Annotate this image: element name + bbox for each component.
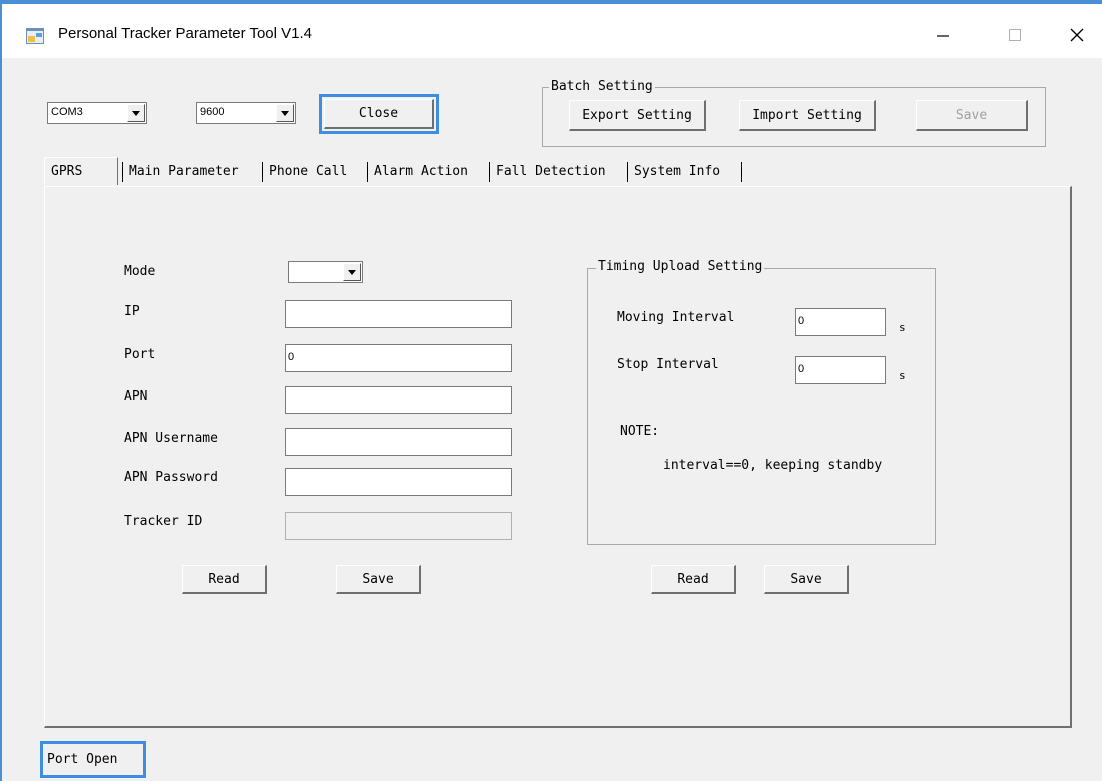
maximize-button[interactable] bbox=[992, 18, 1038, 52]
tab-phone-call[interactable]: Phone Call bbox=[263, 157, 367, 185]
chevron-down-icon[interactable] bbox=[127, 104, 145, 122]
timing-save-button[interactable]: Save bbox=[764, 565, 849, 594]
tab-main-parameter[interactable]: Main Parameter bbox=[123, 157, 262, 185]
tab-separator bbox=[741, 162, 742, 182]
moving-interval-label: Moving Interval bbox=[617, 310, 735, 325]
note-text: interval==0, keeping standby bbox=[663, 458, 883, 473]
ip-field[interactable] bbox=[285, 300, 512, 328]
batch-setting-title: Batch Setting bbox=[549, 79, 655, 94]
baud-rate-select[interactable]: 9600 bbox=[196, 102, 296, 124]
window-title: Personal Tracker Parameter Tool V1.4 bbox=[58, 25, 313, 42]
com-port-select[interactable]: COM3 bbox=[47, 102, 147, 124]
app-icon bbox=[26, 28, 44, 44]
close-port-button[interactable]: Close bbox=[324, 99, 434, 129]
apn-password-field[interactable] bbox=[285, 468, 512, 496]
batch-save-button[interactable]: Save bbox=[916, 100, 1028, 131]
apn-label: APN bbox=[124, 389, 148, 404]
moving-interval-field[interactable]: 0 bbox=[795, 308, 886, 336]
status-text: Port Open bbox=[47, 752, 118, 767]
apn-username-label: APN Username bbox=[124, 431, 218, 446]
tab-system-info[interactable]: System Info bbox=[628, 157, 741, 185]
minimize-button[interactable] bbox=[920, 18, 966, 52]
tracker-id-label: Tracker ID bbox=[124, 514, 203, 529]
window-border-left bbox=[0, 0, 2, 781]
apn-field[interactable] bbox=[285, 386, 512, 414]
stop-interval-unit: s bbox=[899, 369, 906, 382]
app-window: Personal Tracker Parameter Tool V1.4 COM… bbox=[0, 0, 1102, 781]
close-window-button[interactable] bbox=[1054, 18, 1100, 52]
tab-fall-detection[interactable]: Fall Detection bbox=[490, 157, 627, 185]
timing-read-button[interactable]: Read bbox=[651, 565, 736, 594]
port-label: Port bbox=[124, 347, 156, 362]
gprs-read-button[interactable]: Read bbox=[182, 565, 267, 594]
maximize-icon bbox=[1009, 29, 1021, 41]
mode-select[interactable] bbox=[288, 261, 363, 283]
title-bar[interactable]: Personal Tracker Parameter Tool V1.4 bbox=[2, 4, 1102, 58]
note-label: NOTE: bbox=[620, 424, 660, 439]
timing-upload-title: Timing Upload Setting bbox=[596, 259, 765, 274]
import-setting-button[interactable]: Import Setting bbox=[739, 100, 876, 131]
tab-alarm-action[interactable]: Alarm Action bbox=[368, 157, 489, 185]
apn-password-label: APN Password bbox=[124, 470, 218, 485]
stop-interval-label: Stop Interval bbox=[617, 357, 719, 372]
gprs-save-button[interactable]: Save bbox=[336, 565, 421, 594]
close-icon bbox=[1070, 28, 1084, 42]
status-indicator: Port Open bbox=[40, 741, 146, 778]
chevron-down-icon[interactable] bbox=[276, 104, 294, 122]
moving-interval-unit: s bbox=[899, 321, 906, 334]
baud-rate-value: 9600 bbox=[200, 106, 225, 118]
export-setting-button[interactable]: Export Setting bbox=[569, 100, 706, 131]
com-port-value: COM3 bbox=[51, 106, 83, 118]
minimize-icon bbox=[937, 35, 949, 37]
port-field[interactable]: 0 bbox=[285, 344, 512, 372]
ip-label: IP bbox=[124, 304, 140, 319]
apn-username-field[interactable] bbox=[285, 428, 512, 456]
mode-label: Mode bbox=[124, 264, 156, 279]
chevron-down-icon[interactable] bbox=[343, 263, 361, 281]
tab-gprs[interactable]: GPRS bbox=[44, 157, 118, 185]
tracker-id-field bbox=[285, 512, 512, 540]
stop-interval-field[interactable]: 0 bbox=[795, 356, 886, 384]
